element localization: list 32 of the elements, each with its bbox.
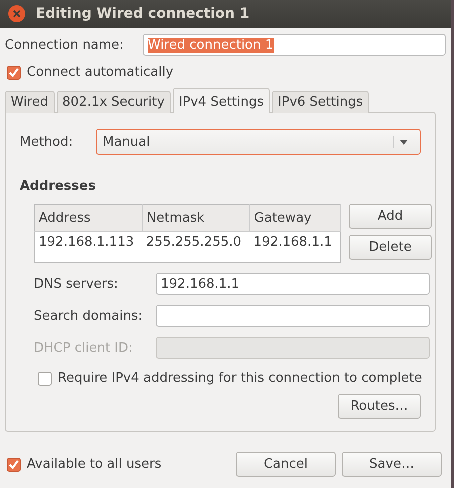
input-field[interactable] bbox=[156, 305, 430, 327]
table-cell: 192.168.1.1 bbox=[250, 232, 340, 262]
close-icon[interactable] bbox=[8, 5, 26, 23]
checkbox-label: Connect automatically bbox=[27, 65, 174, 80]
routes-button[interactable]: Routes… bbox=[338, 394, 421, 419]
column-header[interactable]: Gateway bbox=[250, 204, 340, 232]
method-dropdown[interactable]: Manual bbox=[96, 129, 421, 155]
checkbox-label: Available to all users bbox=[27, 457, 162, 472]
field-label: DNS servers: bbox=[34, 276, 120, 292]
field-label: DHCP client ID: bbox=[34, 340, 134, 356]
table-button[interactable]: Delete bbox=[349, 235, 432, 260]
tab[interactable]: IPv4 Settings bbox=[172, 88, 270, 113]
column-header[interactable]: Netmask bbox=[142, 204, 250, 232]
tab[interactable]: 802.1x Security bbox=[56, 91, 171, 113]
checkbox[interactable] bbox=[7, 66, 21, 80]
checkbox[interactable] bbox=[7, 458, 21, 472]
column-header[interactable]: Address bbox=[34, 204, 142, 232]
dialog-button[interactable]: Cancel bbox=[236, 452, 336, 477]
field-label: Search domains: bbox=[34, 308, 144, 324]
checkbox[interactable] bbox=[38, 372, 52, 386]
section-heading: Addresses bbox=[20, 179, 97, 194]
window-title: Editing Wired connection 1 bbox=[36, 6, 250, 22]
field-label: Method: bbox=[20, 134, 74, 150]
dialog-button[interactable]: Save… bbox=[342, 452, 442, 477]
tab[interactable]: Wired bbox=[5, 91, 54, 113]
checkbox-label: Require IPv4 addressing for this connection to complete bbox=[58, 371, 422, 386]
tab[interactable]: IPv6 Settings bbox=[272, 91, 370, 113]
table-cell: 255.255.255.0 bbox=[142, 232, 250, 262]
table-button[interactable]: Add bbox=[349, 204, 432, 229]
field-label: Connection name: bbox=[5, 38, 125, 52]
input-field[interactable]: 192.168.1.1 bbox=[156, 273, 430, 295]
table-cell: 192.168.1.113 bbox=[34, 232, 142, 262]
